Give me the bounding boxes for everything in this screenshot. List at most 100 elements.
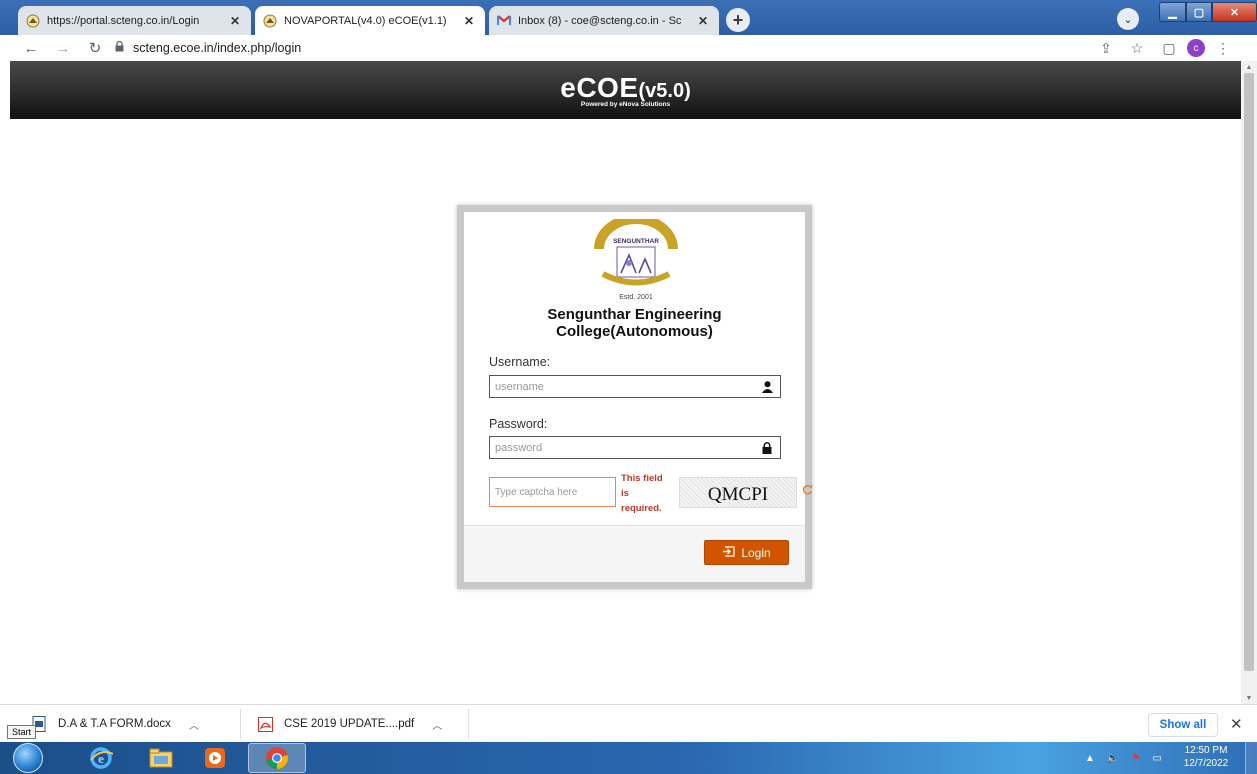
volume-icon[interactable]: 🔈 xyxy=(1107,753,1119,764)
tab-novaportal[interactable]: NOVAPORTAL(v4.0) eCOE(v1.1) ✕ xyxy=(255,6,485,35)
tab-close-icon[interactable]: ✕ xyxy=(461,14,477,28)
minimize-button[interactable]: ▁ xyxy=(1159,2,1186,22)
taskbar-clock[interactable]: 12:50 PM 12/7/2022 xyxy=(1178,744,1234,770)
college-name: Sengunthar Engineering College(Autonomou… xyxy=(464,306,805,340)
password-label: Password: xyxy=(489,417,548,431)
shelf-divider xyxy=(468,709,469,739)
chrome-taskbar-button[interactable] xyxy=(248,743,306,773)
download-item-pdf[interactable]: CSE 2019 UPDATE....pdf ︿ xyxy=(256,705,442,743)
start-tooltip: Start xyxy=(7,725,37,739)
scrollbar-thumb[interactable] xyxy=(1244,73,1254,671)
start-button[interactable] xyxy=(8,743,48,773)
reload-icon[interactable]: ↻ xyxy=(84,37,106,59)
media-player-icon[interactable] xyxy=(192,743,238,773)
download-shelf: D.A & T.A FORM.docx ︿ CSE 2019 UPDATE...… xyxy=(0,704,1257,742)
chrome-icon xyxy=(266,747,288,769)
show-all-downloads-button[interactable]: Show all xyxy=(1148,713,1218,737)
network-icon[interactable]: ▭ xyxy=(1152,753,1161,764)
login-card-footer: Login xyxy=(464,525,805,582)
lock-icon xyxy=(754,441,780,454)
captcha-field[interactable] xyxy=(489,477,616,507)
maximize-button[interactable]: ▢ xyxy=(1186,2,1212,22)
app-header: eCOE(v5.0) Powered by eNova Solutions xyxy=(10,61,1241,119)
profile-avatar[interactable]: c xyxy=(1185,38,1207,58)
sign-in-icon xyxy=(722,545,735,560)
captcha-text: QMCPI xyxy=(708,484,768,505)
page-scrollbar[interactable]: ▲ ▼ xyxy=(1241,61,1257,704)
tab-portal-login[interactable]: https://portal.scteng.co.in/Login ✕ xyxy=(18,6,251,35)
tray-expand-icon[interactable]: ▲ xyxy=(1085,753,1095,764)
college-favicon-icon xyxy=(26,14,40,28)
shelf-divider xyxy=(240,709,241,739)
refresh-captcha-icon[interactable] xyxy=(802,484,813,498)
username-label: Username: xyxy=(489,355,551,369)
window-controls: ▁ ▢ ✕ xyxy=(1159,2,1257,22)
chevron-down-icon: ⌄ xyxy=(1123,13,1133,26)
windows-logo-icon xyxy=(13,743,43,773)
user-icon xyxy=(754,380,780,393)
back-arrow-icon[interactable]: ← xyxy=(20,37,42,59)
chevron-up-icon[interactable]: ︿ xyxy=(189,717,199,732)
system-tray: ▲ 🔈 ⚑ ▭ xyxy=(1085,742,1162,774)
app-title-main: eCOE xyxy=(560,72,639,103)
menu-kebab-icon[interactable]: ⋮ xyxy=(1212,38,1234,58)
clock-time: 12:50 PM xyxy=(1184,745,1228,756)
tab-title: Inbox (8) - coe@scteng.co.in - Sc xyxy=(518,14,682,27)
clock-date: 12/7/2022 xyxy=(1183,758,1229,769)
username-input[interactable] xyxy=(495,380,754,393)
logo-arc-text: SENGUNTHAR xyxy=(613,238,659,245)
app-subtitle: Powered by eNova Solutions xyxy=(580,101,671,108)
browser-toolbar: ← → ↻ scteng.ecoe.in/index.php/login ⇪ ☆… xyxy=(0,35,1257,61)
password-input[interactable] xyxy=(495,441,754,454)
scroll-down-arrow-icon[interactable]: ▼ xyxy=(1241,692,1257,704)
file-explorer-icon[interactable] xyxy=(138,743,184,773)
login-button-label: Login xyxy=(741,545,771,560)
username-field[interactable] xyxy=(489,375,781,398)
address-url: scteng.ecoe.in/index.php/login xyxy=(133,41,302,55)
download-filename: D.A & T.A FORM.docx xyxy=(58,718,171,730)
chevron-up-icon[interactable]: ︿ xyxy=(432,717,442,732)
tab-gmail-inbox[interactable]: Inbox (8) - coe@scteng.co.in - Sc ✕ xyxy=(489,6,719,35)
captcha-image: QMCPI xyxy=(679,477,797,508)
logo-estd-text: Estd. 2001 xyxy=(619,294,653,301)
page-content: eCOE(v5.0) Powered by eNova Solutions SE… xyxy=(0,61,1241,704)
tab-close-icon[interactable]: ✕ xyxy=(227,14,243,28)
password-field[interactable] xyxy=(489,436,781,459)
windows-taskbar: e ▲ 🔈 ⚑ ▭ 12:50 PM 12/7/2022 xyxy=(0,742,1257,774)
address-bar[interactable]: scteng.ecoe.in/index.php/login xyxy=(115,38,301,58)
close-icon[interactable]: ✕ xyxy=(1230,715,1243,733)
download-filename: CSE 2019 UPDATE....pdf xyxy=(284,718,415,730)
close-window-button[interactable]: ✕ xyxy=(1212,2,1257,22)
avatar: c xyxy=(1187,39,1205,57)
svg-text:e: e xyxy=(98,751,104,766)
download-item-docx[interactable]: D.A & T.A FORM.docx ︿ xyxy=(30,705,199,743)
tab-search-button[interactable]: ⌄ xyxy=(1117,8,1139,30)
college-logo: SENGUNTHAR Estd. 2001 xyxy=(589,214,683,301)
share-icon[interactable]: ⇪ xyxy=(1095,38,1117,58)
forward-arrow-icon[interactable]: → xyxy=(52,37,74,59)
show-desktop-button[interactable] xyxy=(1245,742,1257,774)
tab-title: NOVAPORTAL(v4.0) eCOE(v1.1) xyxy=(284,14,447,27)
app-title: eCOE(v5.0) xyxy=(10,72,1241,104)
captcha-input[interactable] xyxy=(495,486,615,498)
tab-title: https://portal.scteng.co.in/Login xyxy=(47,14,200,27)
new-tab-button[interactable]: + xyxy=(726,8,750,32)
captcha-error-message: This field is required. xyxy=(621,473,663,514)
bookmark-star-icon[interactable]: ☆ xyxy=(1126,38,1148,58)
login-card-frame: SENGUNTHAR Estd. 2001 Sengunthar Enginee… xyxy=(457,205,813,589)
login-button[interactable]: Login xyxy=(704,540,789,565)
lock-icon xyxy=(115,40,124,55)
internet-explorer-icon[interactable]: e xyxy=(78,743,124,773)
login-card: SENGUNTHAR Estd. 2001 Sengunthar Enginee… xyxy=(464,212,813,582)
app-title-version: (v5.0) xyxy=(638,80,691,102)
browser-tab-strip: https://portal.scteng.co.in/Login ✕ NOVA… xyxy=(0,0,1257,35)
scroll-up-arrow-icon[interactable]: ▲ xyxy=(1241,61,1257,73)
college-name-line1: Sengunthar Engineering xyxy=(547,306,722,323)
side-panel-icon[interactable]: ▢ xyxy=(1158,38,1180,58)
action-center-flag-icon[interactable]: ⚑ xyxy=(1131,753,1140,764)
college-favicon-icon xyxy=(263,14,277,28)
college-name-line2: College(Autonomous) xyxy=(556,323,713,340)
pdf-icon xyxy=(256,715,274,733)
tab-close-icon[interactable]: ✕ xyxy=(695,14,711,28)
gmail-icon xyxy=(497,14,511,28)
